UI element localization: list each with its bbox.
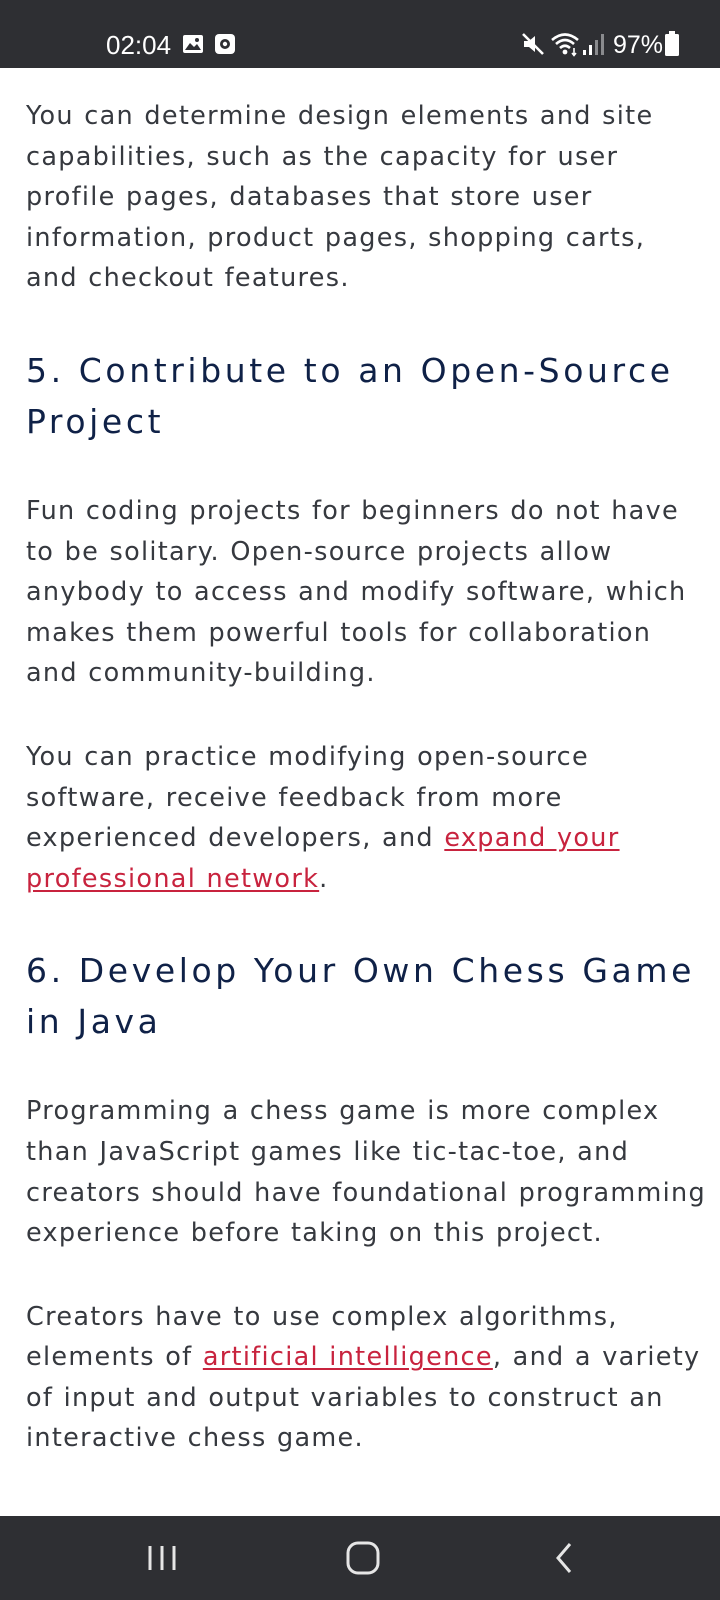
signal-icon <box>582 32 606 60</box>
home-icon <box>346 1541 380 1575</box>
section-heading-5: 5. Contribute to an Open-Source Project <box>26 350 674 441</box>
back-icon <box>556 1543 572 1573</box>
mute-icon <box>520 31 546 61</box>
status-bar: 02:04 97% <box>0 0 720 68</box>
recent-apps-button[interactable] <box>138 1534 186 1582</box>
paragraph: Creators have to use complex algorithms,… <box>26 1297 706 1459</box>
battery-icon <box>664 31 680 61</box>
wifi-icon <box>550 31 580 61</box>
paragraph: You can practice modifying open-source s… <box>26 737 706 899</box>
recent-apps-icon <box>148 1546 176 1570</box>
section-heading-6: 6. Develop Your Own Chess Game in Java <box>26 951 695 1042</box>
paragraph: Programming a chess game is more complex… <box>26 1091 706 1253</box>
paragraph-text-end: . <box>319 863 329 894</box>
paragraph-text: Programming a chess game is more complex… <box>26 1096 706 1249</box>
home-button[interactable] <box>339 1534 387 1582</box>
navigation-bar <box>0 1516 720 1600</box>
paragraph: You can determine design elements and si… <box>26 96 706 299</box>
screen-record-icon <box>214 33 236 59</box>
battery-percentage: 97% <box>613 31 664 59</box>
artificial-intelligence-link[interactable]: artificial intelligence <box>203 1342 493 1372</box>
paragraph-text: You can determine design elements and si… <box>26 101 654 294</box>
gallery-icon <box>182 34 204 58</box>
article-content: You can determine design elements and si… <box>26 68 706 1459</box>
paragraph-text: Fun coding projects for beginners do not… <box>26 495 687 689</box>
status-time: 02:04 <box>106 30 172 60</box>
paragraph: Fun coding projects for beginners do not… <box>26 491 706 694</box>
back-button[interactable] <box>540 1534 588 1582</box>
